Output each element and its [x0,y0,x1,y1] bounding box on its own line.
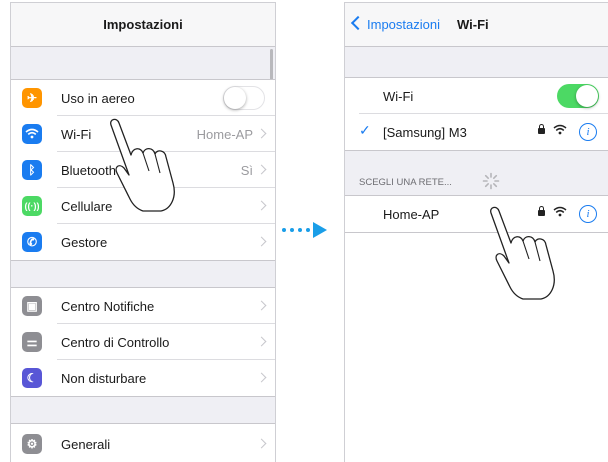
settings-row-do-not-disturb[interactable]: ☾ Non disturbare [11,360,275,396]
notifications-icon: ▣ [22,296,42,316]
row-label: Wi-Fi [61,127,92,142]
chevron-right-icon [256,438,267,449]
wifi-switch-row: Wi-Fi [345,78,608,114]
wifi-toggle[interactable] [557,84,599,108]
navigation-bar: Impostazioni [11,3,275,47]
chevron-right-icon [256,372,267,383]
chevron-right-icon [256,300,267,311]
row-value: Sì [240,163,253,178]
page-title: Impostazioni [103,17,183,32]
settings-screen: Impostazioni ✈ Uso in aereo Wi-Fi Home-A… [10,2,276,462]
settings-row-notification-center[interactable]: ▣ Centro Notifiche [11,288,275,324]
control-center-icon: ⚌ [22,332,42,352]
row-label: Uso in aereo [61,91,135,106]
back-button[interactable]: Impostazioni [350,15,440,32]
tap-hand-icon [490,206,555,300]
chevron-right-icon [256,200,267,211]
section-header: SCEGLI UNA RETE... [359,177,452,188]
connected-network-row[interactable]: ✓ [Samsung] M3 i [345,114,608,150]
wifi-label: Wi-Fi [383,89,414,104]
chevron-left-icon [350,15,366,31]
network-name: [Samsung] M3 [383,125,467,140]
wifi-screen: Impostazioni Wi-Fi Wi-Fi ✓ [Samsung] M3 … [344,2,608,462]
row-label: Gestore [61,235,108,250]
cellular-icon: ((·)) [22,196,42,216]
wifi-signal-icon [553,124,567,135]
back-label: Impostazioni [367,17,440,32]
wifi-icon [22,124,42,144]
settings-group-notifications: ▣ Centro Notifiche ⚌ Centro di Controllo… [11,287,275,397]
chevron-right-icon [256,164,267,175]
network-name: Home-AP [383,207,440,222]
bluetooth-icon: ᛒ [22,160,42,180]
settings-row-control-center[interactable]: ⚌ Centro di Controllo [11,324,275,360]
gear-icon: ⚙ [22,434,42,454]
navigation-bar: Impostazioni Wi-Fi [345,3,608,47]
settings-row-general[interactable]: ⚙ Generali [11,426,275,462]
chevron-right-icon [256,128,267,139]
row-value: Home-AP [196,127,253,142]
network-status: i [527,123,597,141]
row-label: Centro di Controllo [61,335,170,350]
transition-arrow-icon [282,222,327,238]
loading-spinner-icon [482,172,500,190]
settings-row-airplane[interactable]: ✈ Uso in aereo [11,80,275,116]
info-icon[interactable]: i [579,205,597,223]
settings-row-carrier[interactable]: ✆ Gestore [11,224,275,260]
checkmark-icon: ✓ [359,122,371,138]
wifi-toggle-group: Wi-Fi ✓ [Samsung] M3 i [345,77,608,151]
chevron-right-icon [256,336,267,347]
page-title: Wi-Fi [457,17,489,32]
moon-icon: ☾ [22,368,42,388]
row-label: Centro Notifiche [61,299,155,314]
row-label: Non disturbare [61,371,147,386]
tap-hand-icon [110,118,175,212]
settings-group-general: ⚙ Generali [11,423,275,462]
info-icon[interactable]: i [579,123,597,141]
row-label: Generali [61,437,111,452]
airplane-toggle[interactable] [223,86,265,110]
airplane-icon: ✈ [22,88,42,108]
lock-icon [538,124,545,134]
phone-icon: ✆ [22,232,42,252]
chevron-right-icon [256,236,267,247]
